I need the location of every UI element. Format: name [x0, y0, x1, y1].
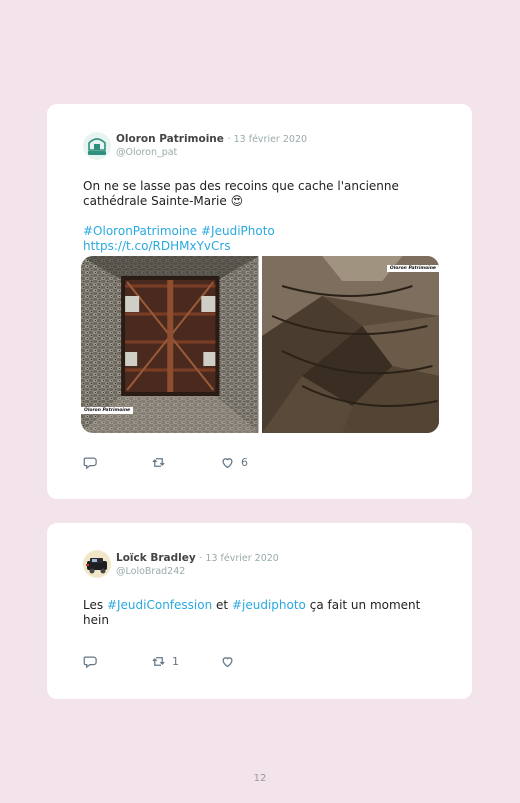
author-handle[interactable]: @Oloron_pat: [116, 147, 177, 158]
heart-eyes-emoji: 😍: [230, 194, 244, 208]
reply-button[interactable]: [83, 654, 98, 669]
hashtag-link[interactable]: #OloronPatrimoine: [83, 224, 197, 238]
like-button[interactable]: [220, 654, 241, 669]
retweet-count: 1: [172, 655, 179, 668]
reply-button[interactable]: [83, 455, 98, 470]
photo-credit: Oloron Patrimoine: [81, 407, 134, 414]
hashtag-link[interactable]: #jeudiphoto: [232, 598, 306, 612]
tweet-text-segment: ça fait un moment: [309, 598, 421, 612]
tweet-text: On ne se lasse pas des recoins que cache…: [83, 179, 423, 209]
staircase-photo-image: [261, 256, 439, 433]
photo-staircase[interactable]: Oloron Patrimoine: [261, 256, 439, 433]
photo-credit: Oloron Patrimoine: [386, 265, 439, 272]
tweet-text-line: On ne se lasse pas des recoins que cache…: [83, 179, 399, 193]
tweet-card: Loïck Bradley · 13 février 2020 @LoloBra…: [47, 523, 472, 699]
car-avatar-icon: [83, 550, 111, 578]
hashtag-link[interactable]: #JeudiPhoto: [201, 224, 275, 238]
tweet-text-segment: Les: [83, 598, 104, 612]
like-count: 6: [241, 456, 248, 469]
avatar[interactable]: [83, 550, 111, 578]
like-icon: [222, 458, 233, 469]
retweet-icon: [152, 458, 165, 467]
retweet-icon: [152, 657, 165, 666]
author-name[interactable]: Oloron Patrimoine · 13 février 2020: [116, 133, 307, 145]
tweet-text: Les #JeudiConfession et #jeudiphoto ça f…: [83, 598, 423, 628]
reply-icon: [83, 457, 97, 470]
tweet-media[interactable]: Oloron Patrimoine Oloron Patrimoine: [81, 256, 439, 433]
hashtag-link[interactable]: #JeudiConfession: [107, 598, 212, 612]
reply-icon: [83, 656, 97, 669]
tweet-actions: 6: [83, 455, 283, 471]
tweet-date[interactable]: · 13 février 2020: [199, 553, 278, 564]
tweet-text-segment: cathédrale Sainte-Marie: [83, 194, 227, 208]
tweet-text-segment: et: [216, 598, 229, 612]
oloron-logo-icon: [83, 132, 111, 160]
photo-ceiling[interactable]: Oloron Patrimoine: [81, 256, 259, 433]
tweet-actions: 1: [83, 654, 283, 670]
avatar[interactable]: [83, 132, 111, 160]
author-name[interactable]: Loïck Bradley · 13 février 2020: [116, 552, 279, 564]
tweet-text-line: Les #JeudiConfession et #jeudiphoto ça f…: [83, 598, 423, 613]
author-handle[interactable]: @LoloBrad242: [116, 566, 185, 577]
tweet-text-line: cathédrale Sainte-Marie 😍: [83, 194, 423, 209]
tweet-card: Oloron Patrimoine · 13 février 2020 @Olo…: [47, 104, 472, 499]
retweet-button[interactable]: [151, 455, 172, 470]
page-number: 12: [253, 773, 267, 784]
tweet-links: #OloronPatrimoine #JeudiPhoto https://t.…: [83, 224, 423, 254]
tweet-text-line: hein: [83, 613, 109, 627]
tweet-date[interactable]: · 13 février 2020: [228, 134, 307, 145]
like-button[interactable]: 6: [220, 455, 248, 470]
author-name-text: Loïck Bradley: [116, 552, 196, 564]
retweet-button[interactable]: 1: [151, 654, 179, 669]
url-link[interactable]: https://t.co/RDHMxYvCrs: [83, 239, 231, 253]
like-icon: [222, 657, 233, 668]
author-name-text: Oloron Patrimoine: [116, 133, 224, 145]
